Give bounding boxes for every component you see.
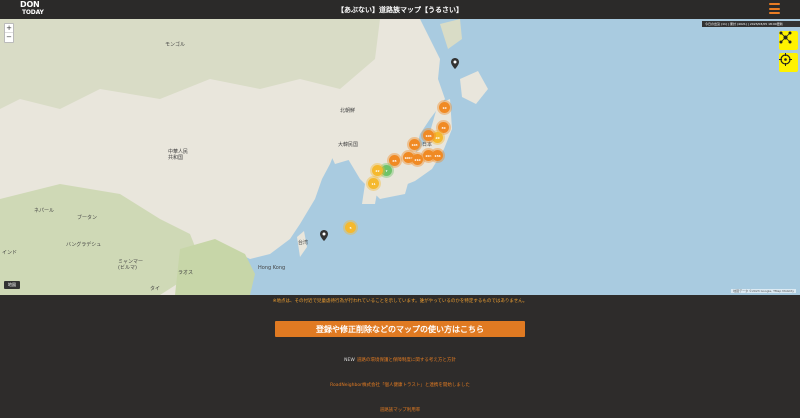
map-cluster[interactable]: 103 — [409, 139, 420, 150]
label-india: インド — [2, 250, 18, 256]
label-nepal: ネパール — [34, 208, 55, 214]
header-bar: DON TODAY 【あぶない】道路族マップ【うるさい】 — [0, 0, 800, 19]
logo-text-bottom: TODAY — [22, 9, 44, 16]
map-cluster[interactable]: 65 — [389, 155, 400, 166]
label-japan: 日本 — [422, 142, 433, 148]
partner-link[interactable]: RoadNeighbor株式会社「個人健康トラスト」と連携を開始しました — [0, 382, 800, 388]
label-myanmar: ミャンマー (ビルマ) — [118, 259, 144, 271]
map-cluster[interactable]: 5 — [345, 222, 356, 233]
label-bangladesh: バングラデシュ — [66, 242, 102, 248]
label-laos: ラオス — [178, 270, 194, 276]
map-cluster[interactable]: 22 — [372, 165, 383, 176]
label-mongolia: モンゴル — [165, 42, 186, 48]
zoom-out-button[interactable]: − — [5, 33, 13, 42]
map-pin-icon[interactable] — [320, 230, 328, 241]
label-bhutan: ブータン — [77, 215, 98, 221]
howto-button[interactable]: 登録や修正削除などのマップの使い方はこちら — [275, 321, 525, 337]
map-pin-icon[interactable] — [451, 58, 459, 69]
news-link[interactable]: NEW 道路の環境保護と保障制度に関する考え方と方針 — [0, 357, 800, 363]
page-title: 【あぶない】道路族マップ【うるさい】 — [337, 5, 463, 14]
map-cluster[interactable]: 106 — [423, 130, 434, 141]
usage-link[interactable]: 道路族マップ利用率 — [0, 407, 800, 413]
menu-icon[interactable] — [769, 3, 780, 14]
news-link-text[interactable]: 道路の環境保護と保障制度に関する考え方と方針 — [357, 358, 456, 363]
map-cluster[interactable]: 11 — [368, 178, 379, 189]
map-terrain — [0, 19, 488, 295]
zoom-in-button[interactable]: + — [5, 24, 13, 33]
update-info: 今日の出没 (11) | 累計 (4021) | 2023/03/05 18:0… — [702, 21, 800, 27]
locate-button[interactable] — [779, 53, 798, 72]
logo-text-top: DON — [20, 0, 40, 9]
label-south-korea: 大韓民国 — [338, 142, 359, 148]
label-thailand: タイ — [150, 286, 161, 292]
label-taiwan: 台湾 — [298, 240, 309, 246]
zoom-control: + − — [4, 23, 14, 43]
disclaimer-text: ※地点は、その付近で児童虐待行為が行われていることを示しています。誰がやっている… — [272, 299, 528, 304]
map-canvas[interactable]: + − 今日の出没 (11) | 累計 (4021) | 2023/03/05 … — [0, 19, 800, 295]
label-china: 中華人民 共和国 — [168, 149, 189, 161]
crosshair-icon — [779, 53, 792, 66]
logo[interactable]: DON TODAY — [20, 1, 44, 17]
new-badge: NEW — [344, 358, 355, 363]
map-cluster[interactable]: 210 — [412, 154, 423, 165]
network-icon — [779, 31, 792, 44]
map-cluster[interactable]: 156 — [432, 150, 443, 161]
map-type-button[interactable]: 地図 — [4, 281, 20, 289]
map-attribution: 地図データ ©2023 Google, TMap Mobility — [731, 289, 796, 293]
label-north-korea: 北朝鮮 — [340, 108, 356, 114]
label-hong-kong: Hong Kong — [258, 265, 286, 271]
map-cluster[interactable]: 30 — [438, 122, 449, 133]
map-cluster[interactable]: 10 — [439, 102, 450, 113]
network-tool-button[interactable] — [779, 31, 798, 50]
